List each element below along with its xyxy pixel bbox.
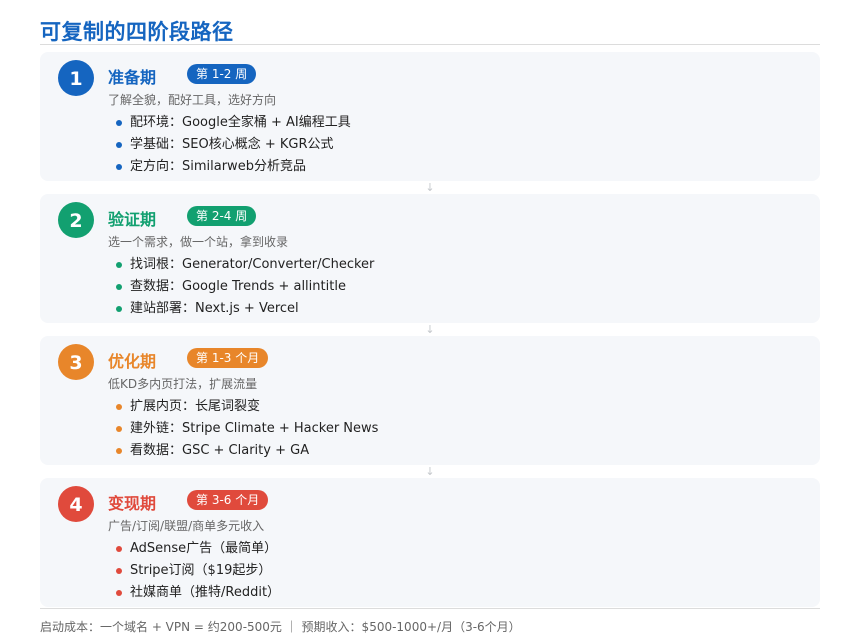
stage-number-badge: 3	[58, 344, 94, 380]
stage-duration-pill: 第 1-3 个月	[187, 348, 269, 368]
bullet-dot-icon	[116, 590, 122, 596]
bullet-dot-icon	[116, 284, 122, 290]
list-item: 建站部署：Next.js + Vercel	[116, 298, 374, 320]
bullet-dot-icon	[116, 306, 122, 312]
stage-card-monetize: 4 变现期 第 3-6 个月 广告/订阅/联盟/商单多元收入 AdSense广告…	[40, 478, 820, 607]
list-item-text: 配环境：Google全家桶 + AI编程工具	[130, 115, 351, 130]
bullet-dot-icon	[116, 120, 122, 126]
footer-summary: 启动成本：一个域名 + VPN = 约200-500元 ｜ 预期收入：$500-…	[40, 620, 521, 634]
stage-item-list: 扩展内页：长尾词裂变 建外链：Stripe Climate + Hacker N…	[116, 396, 378, 462]
stage-duration-pill: 第 3-6 个月	[187, 490, 269, 510]
footer-divider	[40, 608, 820, 609]
list-item-text: Stripe订阅（$19起步）	[130, 563, 272, 578]
stage-name: 变现期	[108, 494, 157, 513]
list-item-text: 建外链：Stripe Climate + Hacker News	[130, 421, 379, 436]
bullet-dot-icon	[116, 164, 122, 170]
title-divider	[40, 44, 820, 45]
list-item: 找词根：Generator/Converter/Checker	[116, 254, 374, 276]
bullet-dot-icon	[116, 426, 122, 432]
list-item: 学基础：SEO核心概念 + KGR公式	[116, 134, 351, 156]
list-item-text: 建站部署：Next.js + Vercel	[130, 301, 299, 316]
stage-name: 验证期	[108, 210, 157, 229]
stage-duration-pill: 第 1-2 周	[187, 64, 257, 84]
list-item-text: AdSense广告（最简单）	[130, 541, 278, 556]
list-item: AdSense广告（最简单）	[116, 538, 280, 560]
stage-subtitle: 了解全貌，配好工具，选好方向	[108, 93, 277, 107]
list-item-text: 定方向：Similarweb分析竞品	[130, 159, 306, 174]
list-item: Stripe订阅（$19起步）	[116, 560, 280, 582]
list-item: 建外链：Stripe Climate + Hacker News	[116, 418, 378, 440]
bullet-dot-icon	[116, 546, 122, 552]
list-item: 配环境：Google全家桶 + AI编程工具	[116, 112, 351, 134]
list-item: 看数据：GSC + Clarity + GA	[116, 440, 378, 462]
stage-subtitle: 广告/订阅/联盟/商单多元收入	[108, 519, 265, 533]
stage-name: 优化期	[108, 352, 157, 371]
stage-item-list: 找词根：Generator/Converter/Checker 查数据：Goog…	[116, 254, 374, 320]
stage-number-badge: 1	[58, 60, 94, 96]
bullet-dot-icon	[116, 262, 122, 268]
arrow-down-icon: ↓	[425, 465, 435, 478]
stage-item-list: AdSense广告（最简单） Stripe订阅（$19起步） 社媒商单（推特/R…	[116, 538, 280, 604]
list-item-text: 社媒商单（推特/Reddit）	[130, 585, 281, 600]
stage-card-optimize: 3 优化期 第 1-3 个月 低KD多内页打法，扩展流量 扩展内页：长尾词裂变 …	[40, 336, 820, 465]
bullet-dot-icon	[116, 404, 122, 410]
page-title: 可复制的四阶段路径	[40, 20, 234, 44]
stage-card-validate: 2 验证期 第 2-4 周 选一个需求，做一个站，拿到收录 找词根：Genera…	[40, 194, 820, 323]
list-item: 社媒商单（推特/Reddit）	[116, 582, 280, 604]
stage-subtitle: 选一个需求，做一个站，拿到收录	[108, 235, 289, 249]
stage-number-badge: 2	[58, 202, 94, 238]
stage-item-list: 配环境：Google全家桶 + AI编程工具 学基础：SEO核心概念 + KGR…	[116, 112, 351, 178]
bullet-dot-icon	[116, 448, 122, 454]
bullet-dot-icon	[116, 142, 122, 148]
stage-number-badge: 4	[58, 486, 94, 522]
list-item-text: 学基础：SEO核心概念 + KGR公式	[130, 137, 334, 152]
arrow-down-icon: ↓	[425, 181, 435, 194]
list-item-text: 查数据：Google Trends + allintitle	[130, 279, 346, 294]
arrow-down-icon: ↓	[425, 323, 435, 336]
stage-name: 准备期	[108, 68, 157, 87]
stage-subtitle: 低KD多内页打法，扩展流量	[108, 377, 258, 391]
list-item: 扩展内页：长尾词裂变	[116, 396, 378, 418]
bullet-dot-icon	[116, 568, 122, 574]
stage-duration-pill: 第 2-4 周	[187, 206, 257, 226]
stage-card-prepare: 1 准备期 第 1-2 周 了解全貌，配好工具，选好方向 配环境：Google全…	[40, 52, 820, 181]
list-item-text: 找词根：Generator/Converter/Checker	[130, 257, 375, 272]
list-item-text: 扩展内页：长尾词裂变	[130, 399, 261, 414]
list-item: 查数据：Google Trends + allintitle	[116, 276, 374, 298]
list-item-text: 看数据：GSC + Clarity + GA	[130, 443, 310, 458]
list-item: 定方向：Similarweb分析竞品	[116, 156, 351, 178]
